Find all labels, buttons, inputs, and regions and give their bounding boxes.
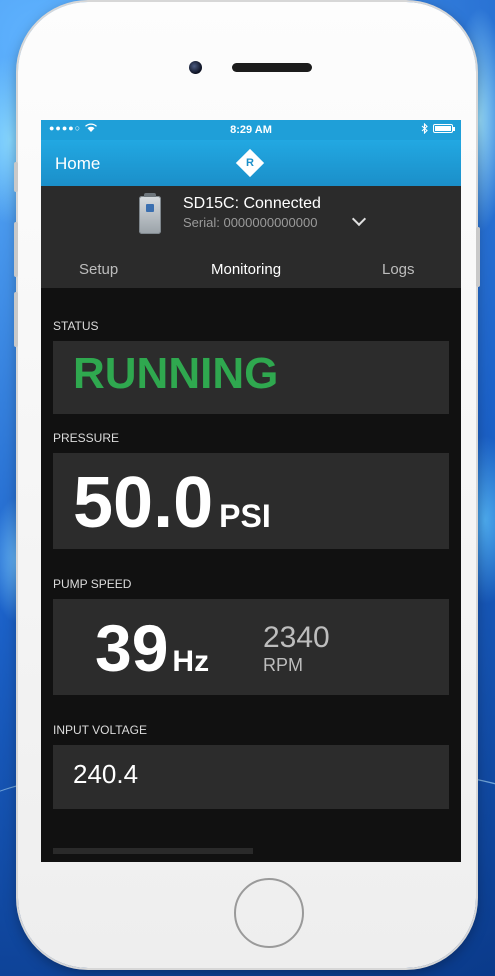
volume-down-button	[14, 292, 18, 347]
pressure-panel: 50.0 PSI	[53, 453, 449, 549]
input-voltage-panel: 240.4	[53, 745, 449, 809]
device-icon	[139, 193, 161, 234]
earpiece-speaker	[232, 63, 312, 72]
monitoring-content: STATUS RUNNING PRESSURE 50.0 PSI PUMP SP…	[41, 288, 461, 862]
brand-logo-icon: R	[235, 148, 265, 178]
input-voltage-label: INPUT VOLTAGE	[53, 723, 148, 737]
pump-speed-rpm-unit: RPM	[263, 655, 303, 675]
app-screen: ●●●●○ 8:29 AM Home R SD15C: Connected Se…	[41, 120, 461, 862]
tab-bar: Setup Monitoring Logs	[41, 250, 461, 288]
battery-icon	[433, 124, 455, 133]
power-button	[476, 227, 480, 287]
status-time: 8:29 AM	[230, 124, 272, 136]
brand-logo-letter: R	[246, 156, 254, 169]
pump-speed-panel: 39 Hz 2340 RPM	[53, 599, 449, 695]
chevron-down-icon[interactable]	[351, 211, 367, 227]
status-value: RUNNING	[73, 349, 279, 398]
device-name: SD15C: Connected	[183, 195, 321, 212]
volume-up-button	[14, 222, 18, 277]
nav-bar: Home R	[41, 140, 461, 186]
home-back-button[interactable]: Home	[55, 154, 100, 174]
mute-switch	[14, 162, 18, 192]
home-button[interactable]	[234, 878, 304, 948]
pressure-label: PRESSURE	[53, 431, 120, 445]
bluetooth-icon	[421, 123, 428, 134]
status-label: STATUS	[53, 319, 99, 333]
pressure-unit: PSI	[219, 498, 271, 534]
status-panel: RUNNING	[53, 341, 449, 414]
device-serial: Serial: 0000000000000	[183, 215, 318, 230]
tab-monitoring[interactable]: Monitoring	[211, 261, 281, 278]
front-camera	[189, 61, 202, 74]
next-row-fade	[53, 848, 253, 854]
pump-speed-rpm-value: 2340	[263, 621, 330, 654]
tab-setup[interactable]: Setup	[79, 261, 118, 278]
pressure-value: 50.0	[73, 463, 214, 543]
input-voltage-value: 240.4	[73, 759, 139, 789]
ios-status-bar: ●●●●○ 8:29 AM	[41, 120, 461, 140]
pump-speed-label: PUMP SPEED	[53, 577, 132, 591]
device-selector[interactable]: SD15C: Connected Serial: 0000000000000	[41, 186, 461, 250]
tab-logs[interactable]: Logs	[382, 261, 415, 278]
pump-speed-hz-value: 39	[95, 611, 169, 685]
pump-speed-hz-unit: Hz	[172, 645, 210, 678]
